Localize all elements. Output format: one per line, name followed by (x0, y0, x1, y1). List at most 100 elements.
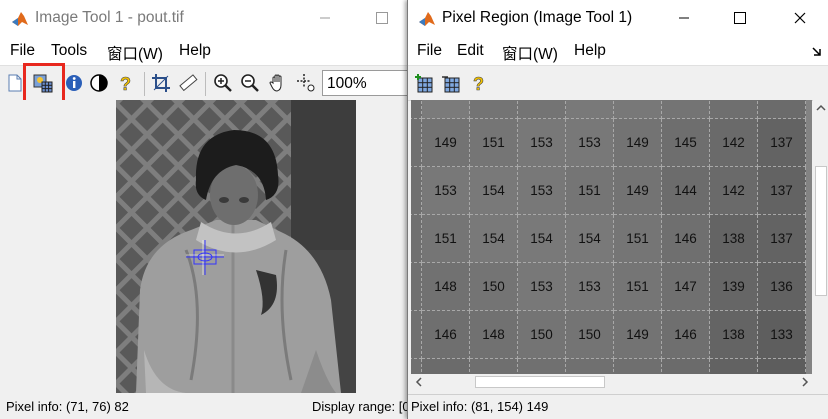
pixel-grid-icon[interactable] (441, 73, 461, 93)
pixel-cell-partial (411, 215, 422, 263)
status-bar: Pixel info: (81, 154) 149 (408, 394, 828, 419)
menu-bar: File Edit 窗口(W) Help (408, 37, 828, 65)
maximize-button[interactable] (370, 6, 394, 30)
minimize-button[interactable] (313, 6, 337, 30)
menu-file[interactable]: File (417, 42, 442, 60)
vertical-scroll-thumb[interactable] (815, 166, 827, 296)
pixel-cell: 138 (710, 215, 758, 263)
pixel-cell: 150 (566, 311, 614, 359)
pixel-cell: 154 (566, 215, 614, 263)
toolbar: ? (408, 65, 828, 101)
pixel-cell-partial: 150 (662, 100, 710, 119)
pixel-grid[interactable]: 1551501501541531501461431491511531531491… (411, 100, 812, 374)
pan-hand-icon[interactable] (268, 73, 288, 93)
pixel-cell: 148 (422, 263, 470, 311)
menu-window[interactable]: 窗口(W) (107, 42, 163, 64)
new-document-icon[interactable] (5, 73, 25, 93)
crop-icon[interactable] (151, 73, 171, 93)
pixel-cell: 142 (710, 167, 758, 215)
pixel-cell: 146 (422, 311, 470, 359)
zoom-in-icon[interactable] (213, 73, 233, 93)
pixel-info-text: Pixel info: (71, 76) 82 (6, 399, 129, 414)
menu-file[interactable]: File (10, 42, 35, 60)
pixel-cell-partial (411, 311, 422, 359)
pixel-cell: 148 (470, 311, 518, 359)
status-bar: Pixel info: (71, 76) 82 Display range: [… (0, 395, 410, 419)
pixel-cell: 137 (758, 119, 806, 167)
pixel-cell-partial (411, 359, 422, 374)
vertical-scrollbar[interactable] (813, 100, 828, 374)
pixel-cell: 153 (518, 263, 566, 311)
maximize-button[interactable] (728, 6, 752, 30)
help-icon[interactable]: ? (116, 73, 136, 93)
menu-tools[interactable]: Tools (51, 42, 87, 60)
menu-help[interactable]: Help (574, 42, 606, 60)
scroll-left-icon[interactable] (411, 374, 427, 390)
pixel-cell: 151 (470, 119, 518, 167)
pixel-cell-partial (411, 263, 422, 311)
pixel-info-cursor-icon[interactable] (296, 73, 316, 93)
title-bar[interactable]: Image Tool 1 - pout.tif (0, 0, 410, 37)
contrast-icon[interactable] (89, 73, 109, 93)
copy-region-icon[interactable] (414, 73, 434, 93)
pixel-cell-partial: 150 (518, 100, 566, 119)
dock-arrow-icon[interactable] (811, 45, 823, 57)
svg-text:?: ? (473, 74, 484, 93)
menu-bar: File Tools 窗口(W) Help (0, 37, 410, 65)
close-icon (794, 12, 806, 24)
display-range-text: Display range: [0 (312, 399, 410, 414)
menu-help[interactable]: Help (179, 42, 211, 60)
pixel-cell: 139 (710, 263, 758, 311)
info-icon[interactable] (64, 73, 84, 93)
title-bar[interactable]: Pixel Region (Image Tool 1) (408, 0, 828, 37)
pixel-cell: 153 (566, 119, 614, 167)
help-icon[interactable]: ? (469, 73, 489, 93)
image-display-area[interactable] (0, 100, 410, 395)
scroll-corner (813, 374, 828, 390)
pixel-cell-partial (614, 359, 662, 374)
menu-edit[interactable]: Edit (457, 42, 484, 60)
horizontal-scrollbar[interactable] (411, 374, 813, 390)
pixel-cell-partial (411, 119, 422, 167)
toolbar-separator (205, 72, 206, 96)
pixel-cell-partial: 146 (710, 100, 758, 119)
pixel-cell: 151 (422, 215, 470, 263)
pixel-cell: 144 (662, 167, 710, 215)
pixel-cell-partial (411, 100, 422, 119)
pixel-cell: 137 (758, 167, 806, 215)
menu-window[interactable]: 窗口(W) (502, 42, 558, 64)
pixel-cell-partial: 153 (614, 100, 662, 119)
pixel-cell: 137 (758, 215, 806, 263)
pixel-cell: 149 (422, 119, 470, 167)
pixel-cell-partial (566, 359, 614, 374)
pixel-cell: 151 (566, 167, 614, 215)
zoom-out-icon[interactable] (240, 73, 260, 93)
maximize-icon (376, 12, 388, 24)
pixel-cell: 154 (470, 167, 518, 215)
pixel-cell: 133 (758, 311, 806, 359)
pixel-cell: 153 (518, 119, 566, 167)
minimize-icon (679, 17, 689, 19)
pixel-cell: 150 (518, 311, 566, 359)
minimize-button[interactable] (672, 6, 696, 30)
pixel-cell: 149 (614, 311, 662, 359)
pixel-cell: 154 (470, 215, 518, 263)
image-tool-window: Image Tool 1 - pout.tif File Tools 窗口(W)… (0, 0, 410, 419)
minimize-icon (320, 17, 330, 19)
pixel-region-window: Pixel Region (Image Tool 1) File Edit 窗口… (407, 0, 828, 419)
matlab-icon (12, 12, 28, 26)
close-button[interactable] (788, 6, 812, 30)
ruler-icon[interactable] (178, 73, 198, 93)
scroll-right-icon[interactable] (797, 374, 813, 390)
pixel-cell: 149 (614, 167, 662, 215)
scroll-up-icon[interactable] (813, 100, 828, 116)
pixel-info-text: Pixel info: (81, 154) 149 (411, 399, 549, 414)
pixel-cell-partial: 150 (470, 100, 518, 119)
zoom-field[interactable]: 100% (322, 70, 410, 96)
horizontal-scroll-thumb[interactable] (475, 376, 605, 388)
pixel-cell-partial (758, 359, 806, 374)
pixel-region-icon[interactable] (33, 73, 53, 93)
toolbar-separator (144, 72, 145, 96)
pixel-cell: 142 (710, 119, 758, 167)
pixel-cell: 151 (614, 263, 662, 311)
